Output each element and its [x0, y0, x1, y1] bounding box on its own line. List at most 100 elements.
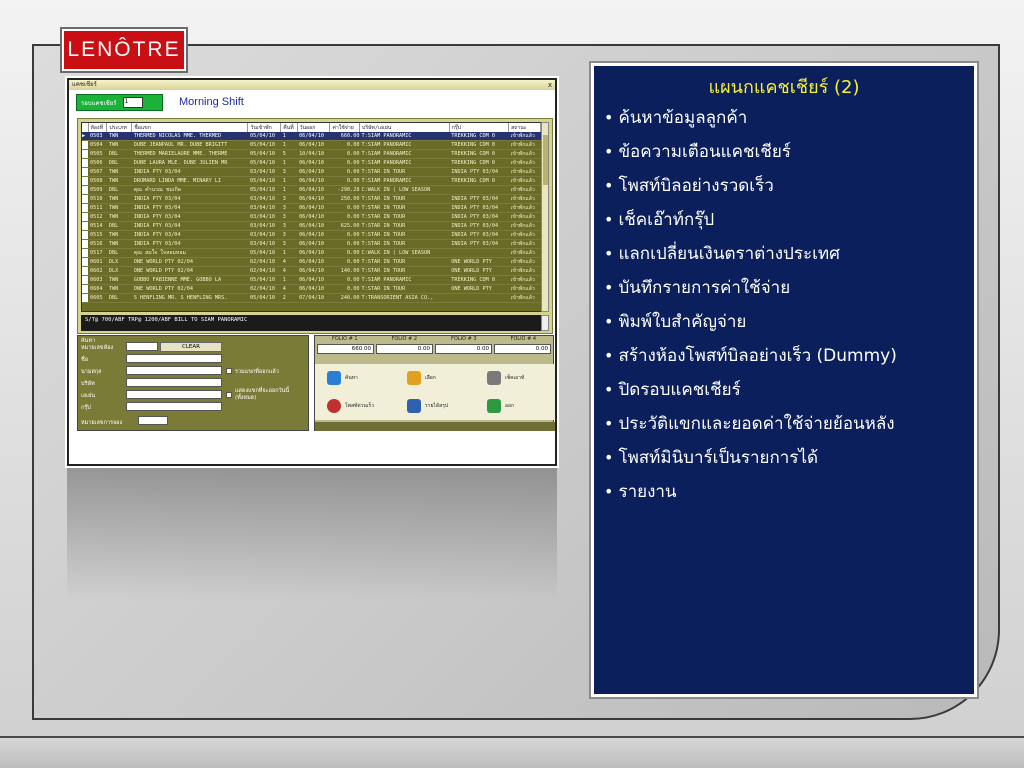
- table-cell: 0517: [88, 248, 107, 259]
- table-cell: 0509: [88, 185, 107, 196]
- table-cell: 0.00: [329, 275, 360, 286]
- table-cell: 0503: [88, 132, 107, 142]
- table-row[interactable]: 0506 DBL DUBE LAURA MLE. DUBE JULIEN MR 05/…: [82, 158, 541, 169]
- table-cell: T:STAR IN TOUR: [359, 266, 450, 277]
- table-cell: DBL: [106, 149, 132, 160]
- grid-scrollbar[interactable]: [541, 122, 549, 312]
- feature-item: • รายงาน: [604, 480, 897, 514]
- company-input[interactable]: [126, 378, 222, 387]
- report-icon: [407, 399, 421, 413]
- folio-headers: FOLIO # 1 FOLIO # 2 FOLIO # 3 FOLIO # 4: [315, 336, 553, 344]
- table-cell: DUBE LAURA MLE. DUBE JULIEN MR: [131, 158, 248, 169]
- table-row[interactable]: 0509 DBL คุณ คำนวณ ชมเกิด 05/04/10 1 06/04/10…: [82, 185, 541, 196]
- table-cell: 4: [280, 284, 298, 295]
- table-row[interactable]: 0603 TWN GOBBO FABIENNE MME. GOBBO LA 05/04…: [82, 275, 541, 286]
- checkout-button[interactable]: เช็คเอาท์: [477, 366, 552, 390]
- table-cell: 06/04/10: [297, 275, 330, 286]
- booking-input[interactable]: [138, 416, 168, 425]
- exit-button[interactable]: ออก: [477, 394, 552, 418]
- table-cell: GOBBO FABIENNE MME. GOBBO LA: [131, 275, 248, 286]
- table-row[interactable]: ▶ 0503 TWN THERMED NICOLAS MME. THERMED 05/0…: [82, 132, 541, 142]
- table-cell: 06/04/10: [297, 194, 330, 205]
- table-row[interactable]: 0515 TWN INDIA PTY 03/04 03/04/10 3 06/04/10 0…: [82, 230, 541, 241]
- table-row[interactable]: 0601 DLX ONE WORLD PTY 02/04 02/04/10 4 06/04…: [82, 257, 541, 268]
- grid-column-header[interactable]: สถานะ: [508, 123, 541, 132]
- grid-column-header[interactable]: ชื่อแขก: [131, 123, 249, 132]
- report-button[interactable]: รายได้สรุป: [397, 394, 472, 418]
- grid-column-header[interactable]: กรุ๊ป: [449, 123, 510, 132]
- table-cell: 06/04/10: [297, 140, 330, 151]
- grid-column-header[interactable]: บริษัท/เอเย่น: [359, 123, 450, 132]
- table-cell: TREKKING CDM 0: [449, 176, 509, 187]
- table-cell: 0516: [88, 239, 107, 250]
- table-row[interactable]: 0504 TWN DUBE JEANPAUL MR. DUBE BRIGITT 05/…: [82, 140, 541, 151]
- table-cell: INDIA PTY 03/04: [131, 230, 248, 241]
- table-row[interactable]: 0605 DBL S HENFLING MR. S HENFLING MRS. 05/…: [82, 293, 541, 304]
- table-row[interactable]: 0512 TWN INDIA PTY 03/04 03/04/10 3 06/04/10 0…: [82, 212, 541, 223]
- close-icon[interactable]: x: [548, 80, 552, 90]
- folio-1-value[interactable]: 660.00: [317, 344, 374, 354]
- table-cell: INDIA PTY 03/04: [449, 239, 509, 250]
- feature-item: • พิมพ์ใบสำคัญจ่าย: [604, 310, 897, 344]
- grid-column-header[interactable]: ประเภท: [106, 123, 133, 132]
- table-row[interactable]: 0511 TWN INDIA PTY 03/04 03/04/10 3 06/04/10 0…: [82, 203, 541, 214]
- grid-column-header[interactable]: ค่าใช้จ่าย: [329, 123, 361, 132]
- table-cell: TWN: [106, 132, 132, 142]
- name-input[interactable]: [126, 354, 222, 363]
- include-departed-checkbox[interactable]: [226, 368, 232, 374]
- table-row[interactable]: 0508 TWN DROMARD LINDA MME. MINARY LI 05/04…: [82, 176, 541, 187]
- bullet-icon: •: [604, 278, 614, 297]
- panel-title: แผนกแคชเชียร์ (2): [708, 77, 860, 98]
- table-cell: 0508: [88, 176, 107, 187]
- grid-column-header[interactable]: ห้องที่: [88, 123, 108, 132]
- feature-item: • โพสท์บิลอย่างรวดเร็ว: [604, 174, 897, 208]
- bullet-icon: •: [604, 346, 614, 365]
- table-cell: เข้าพักแล้ว: [508, 212, 541, 223]
- grid-column-header[interactable]: คืนที่: [280, 123, 298, 132]
- table-cell: INDIA PTY 03/04: [449, 221, 509, 232]
- remark-scrollbar[interactable]: [541, 315, 549, 331]
- folio-3-value[interactable]: 0.00: [435, 344, 492, 354]
- table-cell: C:WALK IN ( LOW SEASON: [359, 248, 450, 259]
- include-departed-label: รวมแขกที่ออกแล้ว: [235, 369, 279, 375]
- surname-input[interactable]: [126, 366, 222, 375]
- table-cell: 3: [280, 230, 298, 241]
- feature-item: • เช็คเอ๊าท์กรุ๊ป: [604, 208, 897, 242]
- table-row[interactable]: 0514 DBL INDIA PTY 03/04 03/04/10 3 06/04/10 6…: [82, 221, 541, 232]
- table-cell: 05/04/10: [247, 176, 281, 187]
- guest-remark: S/T@ 700/ABF TRP@ 1200/ABF BILL TO SIAM …: [81, 315, 542, 331]
- table-cell: 06/04/10: [297, 221, 330, 232]
- folio-2-value[interactable]: 0.00: [376, 344, 433, 354]
- agent-input[interactable]: [126, 390, 222, 399]
- table-row[interactable]: 0604 TWN ONE WORLD PTY 02/04 02/04/10 4 06/04…: [82, 284, 541, 295]
- room-input[interactable]: [126, 342, 158, 351]
- table-row[interactable]: 0602 DLX ONE WORLD PTY 02/04 02/04/10 4 06/04…: [82, 266, 541, 277]
- table-row[interactable]: 0516 TWN INDIA PTY 03/04 03/04/10 3 06/04/10 0…: [82, 239, 541, 250]
- table-cell: T:SIAM PANORAMIC: [359, 275, 450, 286]
- quick-post-button[interactable]: โพสท์ด่วนเร็ว: [317, 394, 392, 418]
- grid-column-header[interactable]: วันออก: [297, 123, 331, 132]
- table-cell: 06/04/10: [297, 248, 330, 259]
- search-button[interactable]: ค้นหา: [317, 366, 392, 390]
- table-row[interactable]: 0505 DBL THERMED MARIELAURE MME. THERME 05/…: [82, 149, 541, 160]
- table-cell: เข้าพักแล้ว: [508, 266, 541, 277]
- select-button[interactable]: เลือก: [397, 366, 472, 390]
- table-cell: C:WALK IN ( LOW SEASON: [359, 185, 450, 196]
- grid-column-header[interactable]: วันเข้าพัก: [247, 123, 282, 132]
- table-row[interactable]: 0507 TWN INDIA PTY 03/04 03/04/10 3 06/04/10 0…: [82, 167, 541, 178]
- table-cell: 3: [280, 239, 298, 250]
- table-row[interactable]: 0510 TWN INDIA PTY 03/04 03/04/10 3 06/04/10 2…: [82, 194, 541, 205]
- show-departing-checkbox[interactable]: [226, 392, 232, 398]
- table-cell: TREKKING CDM 0: [449, 149, 509, 160]
- shift-number-field[interactable]: 1: [123, 97, 144, 108]
- clear-button[interactable]: CLEAR: [160, 342, 222, 352]
- guest-grid[interactable]: ห้องที่ ประเภท ชื่อแขก วันเข้าพัก คืนที่ วันอ…: [81, 122, 542, 312]
- table-cell: T:STAR IN TOUR: [359, 257, 450, 268]
- group-input[interactable]: [126, 402, 222, 411]
- table-cell: 03/04/10: [247, 239, 281, 250]
- table-row[interactable]: 0517 DBL คุณ สมใจ ใจหอมหอม 05/04/10 1 06/04/1…: [82, 248, 541, 259]
- table-cell: TWN: [106, 140, 132, 151]
- table-cell: T:TRANSORIENT ASIA CO.,: [359, 293, 450, 304]
- table-cell: DBL: [106, 293, 132, 304]
- folio-4-value[interactable]: 0.00: [494, 344, 551, 354]
